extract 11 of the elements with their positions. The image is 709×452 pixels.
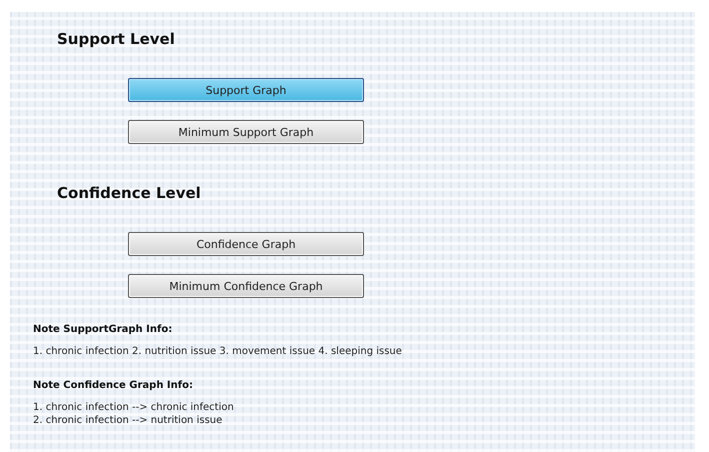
- note-line: 2. chronic infection --> nutrition issue: [33, 414, 224, 427]
- graph-button[interactable]: Support Graph: [128, 78, 364, 102]
- note-title: Note Confidence Graph Info:: [33, 380, 194, 391]
- graph-button[interactable]: Confidence Graph: [128, 232, 364, 256]
- note-line: 1. chronic infection 2. nutrition issue 3. movement issue 4. sleeping issue: [33, 345, 403, 358]
- graph-button[interactable]: Minimum Confidence Graph: [128, 274, 364, 298]
- graph-button[interactable]: Minimum Support Graph: [128, 120, 364, 144]
- section-heading: Confidence Level: [57, 184, 202, 202]
- section-heading: Support Level: [57, 30, 176, 48]
- note-line: 1. chronic infection --> chronic infection: [33, 401, 235, 414]
- note-title: Note SupportGraph Info:: [33, 324, 174, 335]
